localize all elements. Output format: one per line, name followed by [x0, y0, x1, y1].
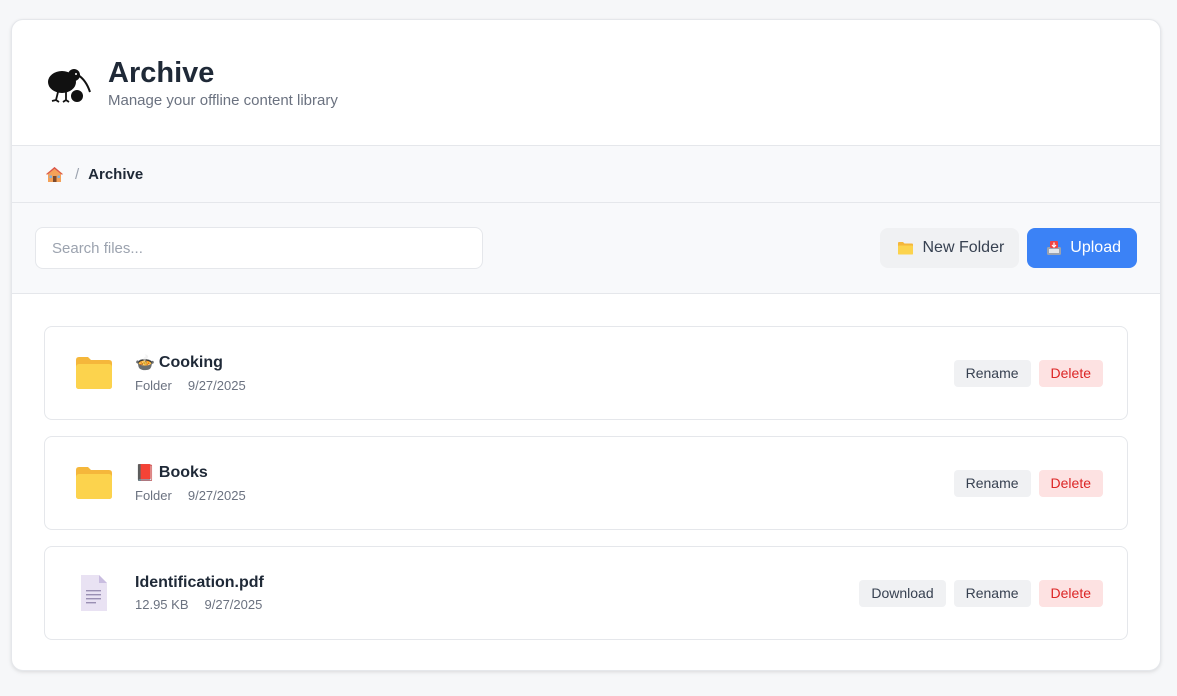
breadcrumb: / Archive	[12, 146, 1160, 203]
item-type: Folder	[135, 378, 172, 393]
rename-button[interactable]: Rename	[953, 579, 1031, 607]
file-list: 🍲 Cooking Folder 9/27/2025 Rename Delete	[12, 294, 1160, 640]
new-folder-button[interactable]: New Folder	[880, 228, 1020, 268]
breadcrumb-current: Archive	[88, 165, 144, 183]
list-item[interactable]: Identification.pdf 12.95 KB 9/27/2025 Do…	[44, 546, 1128, 640]
item-info: 🍲 Cooking Folder 9/27/2025	[135, 353, 954, 393]
archive-card: Archive Manage your offline content libr…	[11, 19, 1161, 671]
closed-book-icon: 📕	[135, 465, 155, 482]
page-title: Archive	[108, 57, 215, 89]
item-actions: Rename Delete	[953, 469, 1103, 497]
download-button[interactable]: Download	[859, 579, 946, 607]
item-info: 📕 Books Folder 9/27/2025	[135, 463, 954, 503]
item-name-text: Books	[158, 464, 208, 481]
new-folder-label: New Folder	[922, 239, 1005, 256]
folder-icon	[73, 463, 115, 503]
list-item[interactable]: 📕 Books Folder 9/27/2025 Rename Delete	[44, 436, 1128, 530]
upload-label: Upload	[1070, 239, 1121, 256]
item-name[interactable]: 🍲 Cooking	[135, 353, 954, 373]
rename-button[interactable]: Rename	[953, 359, 1031, 387]
item-size: 12.95 KB	[135, 597, 189, 612]
page-header: Archive Manage your offline content libr…	[12, 20, 1160, 146]
item-name[interactable]: Identification.pdf	[135, 574, 859, 592]
item-actions: Download Rename Delete	[859, 579, 1103, 607]
inbox-tray-icon	[1047, 241, 1062, 255]
folder-icon	[73, 353, 115, 393]
delete-button[interactable]: Delete	[1038, 469, 1103, 497]
item-meta: 12.95 KB 9/27/2025	[135, 597, 859, 612]
page-subtitle: Manage your offline content library	[108, 92, 338, 109]
delete-button[interactable]: Delete	[1038, 359, 1103, 387]
stew-pot-icon: 🍲	[135, 355, 155, 372]
item-name-text: Identification.pdf	[135, 574, 264, 591]
toolbar-actions: New Folder Upload	[880, 228, 1137, 268]
item-meta: Folder 9/27/2025	[135, 378, 954, 393]
item-meta: Folder 9/27/2025	[135, 488, 954, 503]
item-actions: Rename Delete	[953, 359, 1103, 387]
toolbar: New Folder Upload	[12, 203, 1160, 294]
item-name-text: Cooking	[158, 354, 223, 371]
item-date: 9/27/2025	[187, 378, 246, 393]
breadcrumb-separator: /	[75, 165, 80, 183]
folder-icon	[898, 242, 914, 255]
item-info: Identification.pdf 12.95 KB 9/27/2025	[135, 574, 859, 612]
list-item[interactable]: 🍲 Cooking Folder 9/27/2025 Rename Delete	[44, 326, 1128, 420]
home-icon[interactable]	[45, 166, 64, 183]
search-input[interactable]	[35, 227, 483, 269]
item-date: 9/27/2025	[204, 597, 263, 612]
item-date: 9/27/2025	[187, 488, 246, 503]
item-name[interactable]: 📕 Books	[135, 463, 954, 483]
delete-button[interactable]: Delete	[1038, 579, 1103, 607]
title-block: Archive Manage your offline content libr…	[108, 56, 338, 109]
upload-button[interactable]: Upload	[1027, 228, 1137, 268]
rename-button[interactable]: Rename	[953, 469, 1031, 497]
item-type: Folder	[135, 488, 172, 503]
document-icon	[73, 573, 115, 613]
kiwi-bird-icon	[48, 68, 91, 103]
